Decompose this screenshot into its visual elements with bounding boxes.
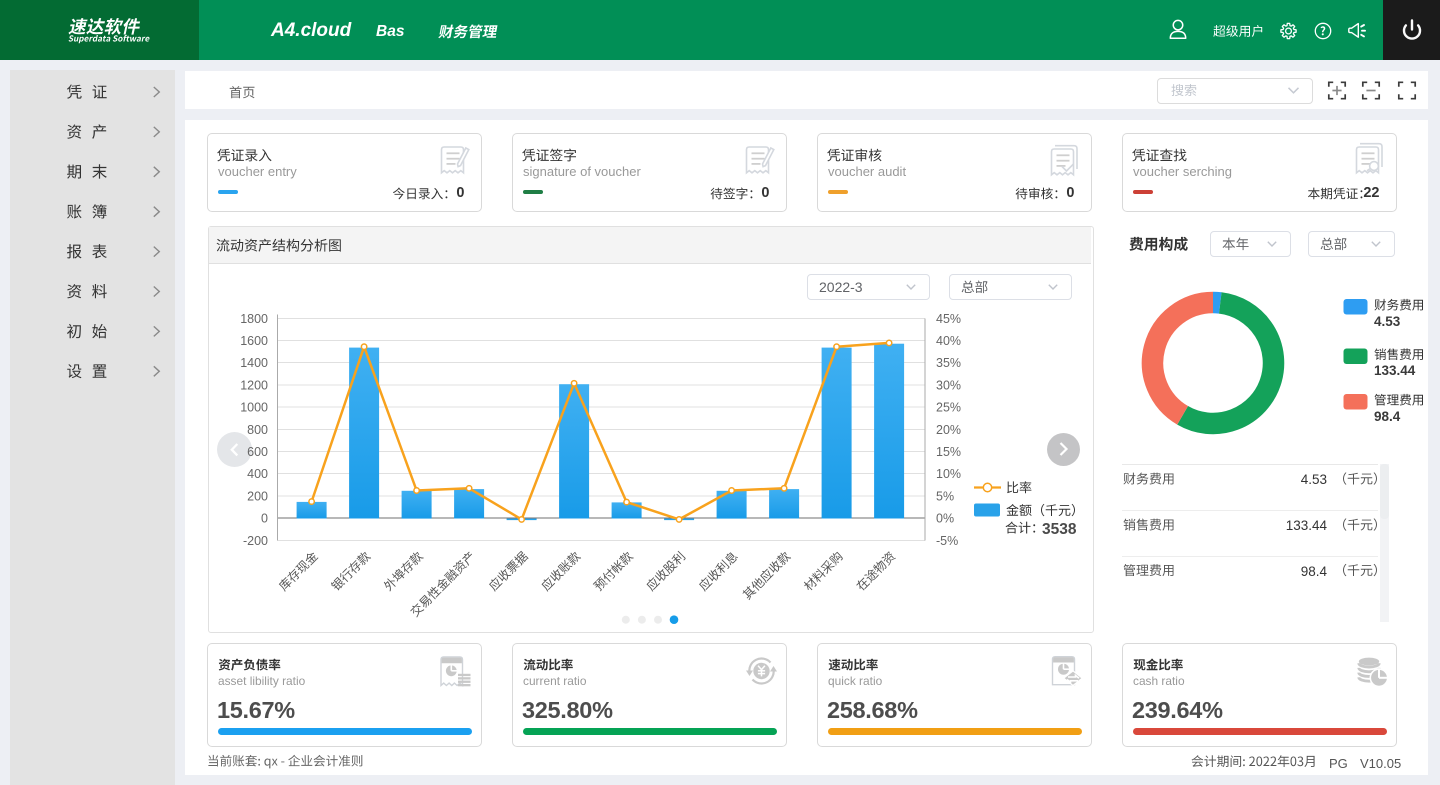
svg-text:0: 0 bbox=[261, 512, 268, 526]
svg-text:-200: -200 bbox=[243, 534, 268, 548]
svg-text:35%: 35% bbox=[936, 356, 961, 370]
svg-text:1800: 1800 bbox=[240, 312, 268, 326]
svg-text:5%: 5% bbox=[936, 489, 954, 503]
svg-text:1600: 1600 bbox=[240, 334, 268, 348]
svg-text:200: 200 bbox=[247, 489, 268, 503]
svg-text:1400: 1400 bbox=[240, 356, 268, 370]
svg-text:400: 400 bbox=[247, 467, 268, 481]
svg-text:800: 800 bbox=[247, 423, 268, 437]
svg-text:30%: 30% bbox=[936, 378, 961, 392]
svg-text:0%: 0% bbox=[936, 512, 954, 526]
svg-text:20%: 20% bbox=[936, 423, 961, 437]
svg-text:-5%: -5% bbox=[936, 534, 958, 548]
svg-text:40%: 40% bbox=[936, 334, 961, 348]
svg-text:45%: 45% bbox=[936, 312, 961, 326]
svg-text:1200: 1200 bbox=[240, 378, 268, 392]
svg-text:600: 600 bbox=[247, 445, 268, 459]
svg-text:15%: 15% bbox=[936, 445, 961, 459]
svg-text:1000: 1000 bbox=[240, 401, 268, 415]
svg-text:25%: 25% bbox=[936, 401, 961, 415]
svg-text:10%: 10% bbox=[936, 467, 961, 481]
